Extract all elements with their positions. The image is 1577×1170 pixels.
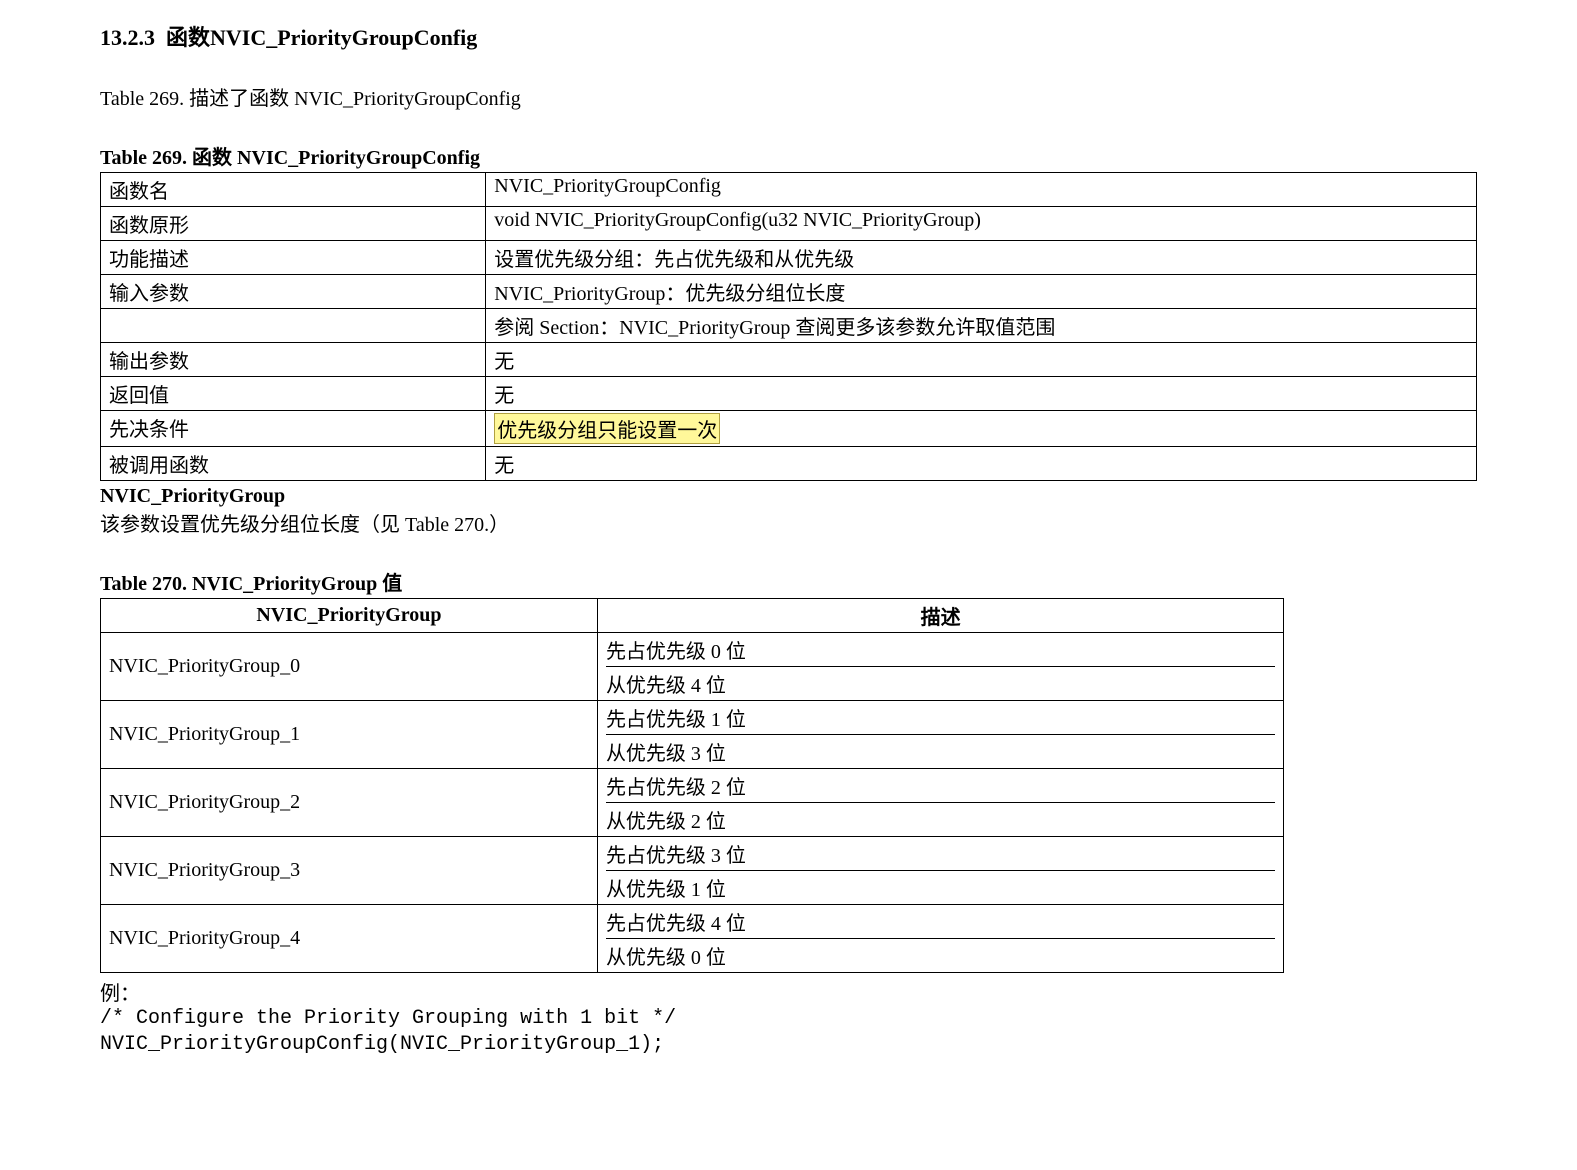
table-270: NVIC_PriorityGroup 描述 NVIC_PriorityGroup… — [100, 598, 1284, 973]
table-header-col2: 描述 — [597, 599, 1283, 633]
desc-line1: 先占优先级 3 位 — [606, 839, 1275, 871]
table-row: 参阅 Section：NVIC_PriorityGroup 查阅更多该参数允许取… — [101, 309, 1477, 343]
cell-label: 函数原形 — [101, 207, 486, 241]
cell-desc: 先占优先级 4 位 从优先级 0 位 — [597, 905, 1283, 973]
table-header-col1: NVIC_PriorityGroup — [101, 599, 598, 633]
intro-text: Table 269. 描述了函数 NVIC_PriorityGroupConfi… — [100, 82, 1477, 111]
cell-name: NVIC_PriorityGroup_0 — [101, 633, 598, 701]
cell-label: 返回值 — [101, 377, 486, 411]
cell-label: 输出参数 — [101, 343, 486, 377]
table-row: 输入参数 NVIC_PriorityGroup：优先级分组位长度 — [101, 275, 1477, 309]
desc-line2: 从优先级 4 位 — [606, 667, 1275, 698]
table-row: NVIC_PriorityGroup_4 先占优先级 4 位 从优先级 0 位 — [101, 905, 1284, 973]
table-header-row: NVIC_PriorityGroup 描述 — [101, 599, 1284, 633]
table-row: 先决条件 优先级分组只能设置一次 — [101, 411, 1477, 447]
table-row: 函数原形 void NVIC_PriorityGroupConfig(u32 N… — [101, 207, 1477, 241]
cell-desc: 先占优先级 0 位 从优先级 4 位 — [597, 633, 1283, 701]
cell-value: 无 — [486, 377, 1477, 411]
table-row: 返回值 无 — [101, 377, 1477, 411]
desc-line2: 从优先级 2 位 — [606, 803, 1275, 834]
table-row: NVIC_PriorityGroup_2 先占优先级 2 位 从优先级 2 位 — [101, 769, 1284, 837]
section-number: 13.2.3 — [100, 25, 155, 50]
section-title-prefix: 函数 — [166, 25, 210, 50]
cell-desc: 先占优先级 3 位 从优先级 1 位 — [597, 837, 1283, 905]
highlighted-text: 优先级分组只能设置一次 — [494, 413, 720, 444]
desc-line1: 先占优先级 4 位 — [606, 907, 1275, 939]
cell-desc: 先占优先级 1 位 从优先级 3 位 — [597, 701, 1283, 769]
desc-line1: 先占优先级 2 位 — [606, 771, 1275, 803]
section-heading: 13.2.3 函数NVIC_PriorityGroupConfig — [100, 20, 1477, 52]
table-row: NVIC_PriorityGroup_3 先占优先级 3 位 从优先级 1 位 — [101, 837, 1284, 905]
cell-label: 功能描述 — [101, 241, 486, 275]
subheading: NVIC_PriorityGroup — [100, 485, 1477, 508]
table-269: 函数名 NVIC_PriorityGroupConfig 函数原形 void N… — [100, 172, 1477, 481]
cell-label: 输入参数 — [101, 275, 486, 309]
cell-label-empty — [101, 309, 486, 343]
cell-value: void NVIC_PriorityGroupConfig(u32 NVIC_P… — [486, 207, 1477, 241]
cell-label: 先决条件 — [101, 411, 486, 447]
desc-line1: 先占优先级 0 位 — [606, 635, 1275, 667]
cell-value: NVIC_PriorityGroup：优先级分组位长度 — [486, 275, 1477, 309]
section-title-name: NVIC_PriorityGroupConfig — [210, 25, 477, 50]
cell-value: NVIC_PriorityGroupConfig — [486, 173, 1477, 207]
cell-label: 被调用函数 — [101, 447, 486, 481]
table-row: 函数名 NVIC_PriorityGroupConfig — [101, 173, 1477, 207]
desc-line2: 从优先级 3 位 — [606, 735, 1275, 766]
table-row: 输出参数 无 — [101, 343, 1477, 377]
table-row: NVIC_PriorityGroup_1 先占优先级 1 位 从优先级 3 位 — [101, 701, 1284, 769]
example-label: 例： — [100, 977, 1477, 1006]
cell-name: NVIC_PriorityGroup_2 — [101, 769, 598, 837]
cell-value: 设置优先级分组：先占优先级和从优先级 — [486, 241, 1477, 275]
table-269-caption: Table 269. 函数 NVIC_PriorityGroupConfig — [100, 141, 1477, 170]
cell-name: NVIC_PriorityGroup_3 — [101, 837, 598, 905]
cell-value: 优先级分组只能设置一次 — [486, 411, 1477, 447]
table-row: NVIC_PriorityGroup_0 先占优先级 0 位 从优先级 4 位 — [101, 633, 1284, 701]
table-270-caption: Table 270. NVIC_PriorityGroup 值 — [100, 567, 1477, 596]
desc-line1: 先占优先级 1 位 — [606, 703, 1275, 735]
cell-desc: 先占优先级 2 位 从优先级 2 位 — [597, 769, 1283, 837]
table-row: 功能描述 设置优先级分组：先占优先级和从优先级 — [101, 241, 1477, 275]
desc-line2: 从优先级 0 位 — [606, 939, 1275, 970]
cell-value: 无 — [486, 447, 1477, 481]
cell-value: 参阅 Section：NVIC_PriorityGroup 查阅更多该参数允许取… — [486, 309, 1477, 343]
subheading-desc: 该参数设置优先级分组位长度（见 Table 270.） — [100, 508, 1477, 537]
cell-name: NVIC_PriorityGroup_4 — [101, 905, 598, 973]
table-row: 被调用函数 无 — [101, 447, 1477, 481]
code-example: /* Configure the Priority Grouping with … — [100, 1006, 1477, 1058]
cell-label: 函数名 — [101, 173, 486, 207]
cell-name: NVIC_PriorityGroup_1 — [101, 701, 598, 769]
cell-value: 无 — [486, 343, 1477, 377]
desc-line2: 从优先级 1 位 — [606, 871, 1275, 902]
